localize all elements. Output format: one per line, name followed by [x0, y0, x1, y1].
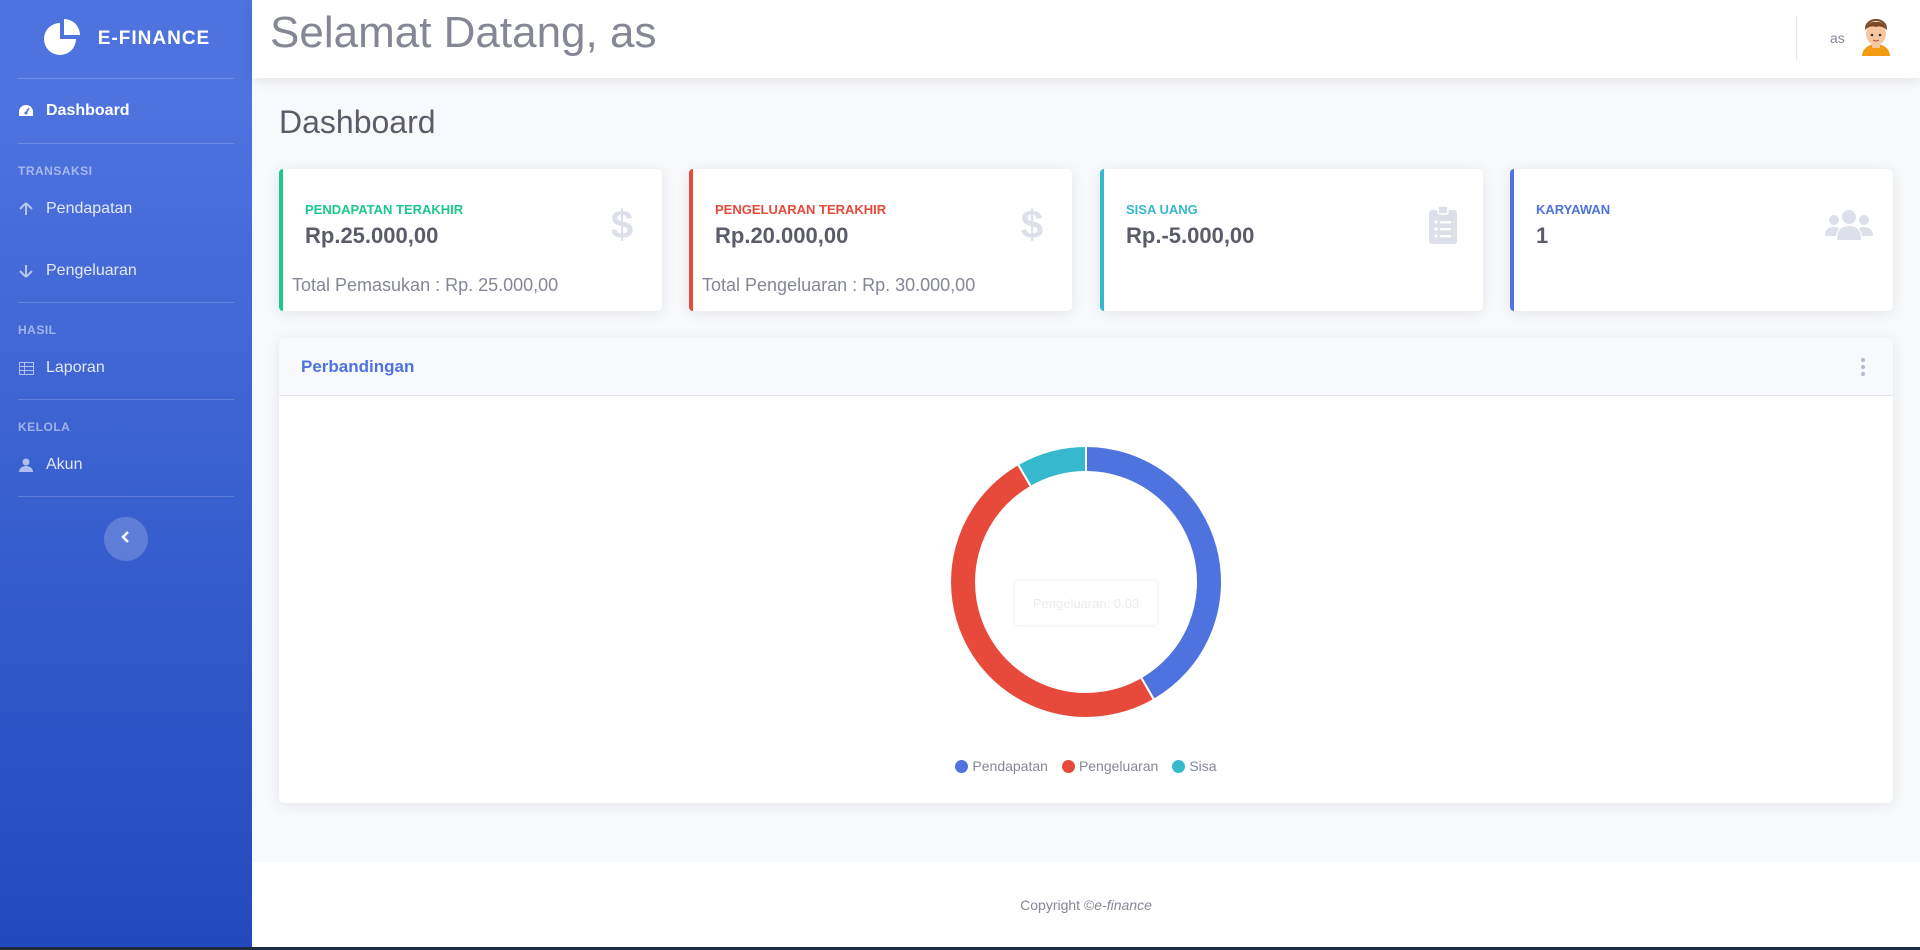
user-name[interactable]: as — [1830, 30, 1845, 46]
card-subtext: Total Pengeluaran : Rp. 30.000,00 — [702, 275, 976, 295]
brand[interactable]: E-FINANCE — [0, 0, 252, 78]
footer: Copyright © e-finance — [252, 862, 1920, 947]
panel-header: Perbandingan — [279, 338, 1893, 396]
legend-dot — [955, 759, 969, 773]
tachometer-icon — [18, 103, 34, 119]
panel-title: Perbandingan — [301, 356, 415, 376]
sidebar-divider — [18, 496, 234, 497]
pie-chart-logo-icon — [42, 17, 82, 62]
chart-tooltip: Pengeluaran: 0.03 — [1013, 579, 1159, 627]
legend-label: Pendapatan — [972, 758, 1048, 774]
card-sisa-uang: SISA UANG Rp.-5.000,00 — [1100, 169, 1483, 311]
page-title: Dashboard — [279, 104, 436, 140]
table-icon — [18, 360, 34, 376]
sidebar: E-FINANCE Dashboard TRANSAKSI Pendapatan… — [0, 0, 252, 947]
copyright-text: Copyright © — [1020, 896, 1095, 913]
doughnut-chart[interactable]: Pengeluaran: 0.03 — [279, 396, 1893, 756]
sidebar-item-pendapatan[interactable]: Pendapatan — [0, 178, 252, 240]
sidebar-item-label: Pendapatan — [46, 200, 133, 217]
copyright-brand: e-finance — [1094, 896, 1152, 913]
legend-label: Sisa — [1189, 758, 1217, 774]
card-pendapatan: PENDAPATAN TERAKHIR Rp.25.000,00 $ Total… — [279, 169, 662, 311]
donut-slice-sisa[interactable] — [1016, 444, 1087, 489]
card-label: KARYAWAN — [1536, 202, 1611, 217]
topbar-divider — [1796, 16, 1797, 60]
sidebar-item-label: Pengeluaran — [46, 262, 137, 279]
arrow-down-icon — [18, 263, 34, 279]
comparison-panel: Perbandingan Pengeluaran: 0.03 Pendapata… — [279, 338, 1893, 803]
legend-item-pengeluaran[interactable]: Pengeluaran — [1061, 758, 1159, 774]
more-options-icon[interactable] — [1855, 357, 1871, 377]
sidebar-item-label: Laporan — [46, 359, 105, 376]
topbar: Selamat Datang, as as — [252, 0, 1920, 78]
avatar[interactable] — [1856, 16, 1896, 56]
card-value: 1 — [1536, 223, 1549, 248]
sidebar-heading: HASIL — [18, 323, 57, 337]
card-accent — [1100, 169, 1104, 311]
clipboard-list-icon — [1423, 205, 1463, 245]
sidebar-item-dashboard[interactable]: Dashboard — [0, 79, 252, 143]
sidebar-item-akun[interactable]: Akun — [0, 434, 252, 496]
legend-dot — [1061, 759, 1075, 773]
card-subtext: Total Pemasukan : Rp. 25.000,00 — [292, 275, 559, 295]
card-accent — [1510, 169, 1514, 311]
card-value: Rp.20.000,00 — [715, 223, 849, 248]
card-label: PENDAPATAN TERAKHIR — [305, 202, 464, 217]
sidebar-toggle-button[interactable] — [104, 517, 148, 561]
card-karyawan: KARYAWAN 1 — [1510, 169, 1893, 311]
chart-legend: Pendapatan Pengeluaran Sisa — [279, 758, 1893, 774]
card-label: PENGELUARAN TERAKHIR — [715, 202, 887, 217]
legend-dot — [1172, 759, 1186, 773]
card-value: Rp.25.000,00 — [305, 223, 439, 248]
card-label: SISA UANG — [1126, 202, 1198, 217]
welcome-heading: Selamat Datang, as — [270, 8, 657, 57]
legend-item-pendapatan[interactable]: Pendapatan — [955, 758, 1048, 774]
users-icon — [1825, 205, 1873, 245]
svg-text:$: $ — [611, 206, 633, 244]
legend-item-sisa[interactable]: Sisa — [1172, 758, 1217, 774]
dollar-icon: $ — [602, 205, 642, 245]
svg-text:$: $ — [1021, 206, 1043, 244]
sidebar-item-pengeluaran[interactable]: Pengeluaran — [0, 240, 252, 302]
legend-label: Pengeluaran — [1078, 758, 1159, 774]
card-pengeluaran: PENGELUARAN TERAKHIR Rp.20.000,00 $ Tota… — [689, 169, 1072, 311]
sidebar-heading: KELOLA — [18, 420, 71, 434]
card-accent — [689, 169, 693, 311]
arrow-up-icon — [18, 201, 34, 217]
card-accent — [279, 169, 283, 311]
dollar-icon: $ — [1012, 205, 1052, 245]
sidebar-item-laporan[interactable]: Laporan — [0, 337, 252, 399]
sidebar-item-label: Akun — [46, 456, 83, 473]
user-icon — [18, 457, 34, 473]
svg-text:Pengeluaran: 0.03: Pengeluaran: 0.03 — [1033, 596, 1139, 611]
card-value: Rp.-5.000,00 — [1126, 223, 1255, 248]
sidebar-heading: TRANSAKSI — [18, 164, 93, 178]
brand-name: E-FINANCE — [97, 28, 211, 49]
chevron-left-icon — [121, 530, 131, 548]
donut-slice-pendapatan[interactable] — [1085, 444, 1223, 702]
sidebar-item-label: Dashboard — [46, 102, 130, 119]
